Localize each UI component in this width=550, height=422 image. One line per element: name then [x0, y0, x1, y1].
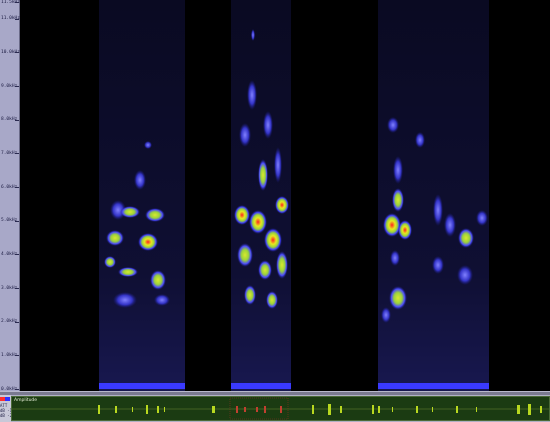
- frequency-tick-mark: [15, 220, 19, 222]
- frequency-tick-mark: [15, 288, 19, 290]
- frequency-tick-mark: [15, 119, 19, 121]
- amplitude-title: Amplitude: [14, 398, 38, 403]
- frequency-tick-mark: [15, 18, 19, 20]
- frequency-tick-mark: [15, 153, 19, 155]
- amplitude-spikes: [98, 404, 542, 415]
- selection-region: [229, 397, 289, 420]
- spectrogram-view[interactable]: [20, 0, 550, 391]
- amplitude-plot[interactable]: Amplitude: [11, 396, 550, 421]
- frequency-tick-mark: [15, 389, 19, 390]
- frequency-tick-mark: [15, 355, 19, 357]
- frequency-tick-mark: [15, 52, 19, 54]
- frequency-tick-mark: [15, 321, 19, 323]
- call-segment-2: [231, 0, 291, 391]
- overview-controls: ATT dB -12 dB -24: [0, 395, 14, 422]
- frequency-tick-mark: [15, 187, 19, 189]
- frequency-tick-mark: [15, 254, 19, 256]
- frequency-axis: 11.5kHz 11.0kHz 10.0kHz 9.0kHz 8.0kHz 7.0kHz 6…: [0, 0, 20, 395]
- call-segment-3: [378, 0, 489, 391]
- amplitude-overview-panel: ATT dB -12 dB -24 Amplitude: [0, 395, 550, 422]
- frequency-tick-mark: [15, 2, 19, 3]
- frequency-tick-mark: [15, 86, 19, 88]
- color-swatch-blue[interactable]: [5, 397, 10, 401]
- call-segment-1: [99, 0, 185, 391]
